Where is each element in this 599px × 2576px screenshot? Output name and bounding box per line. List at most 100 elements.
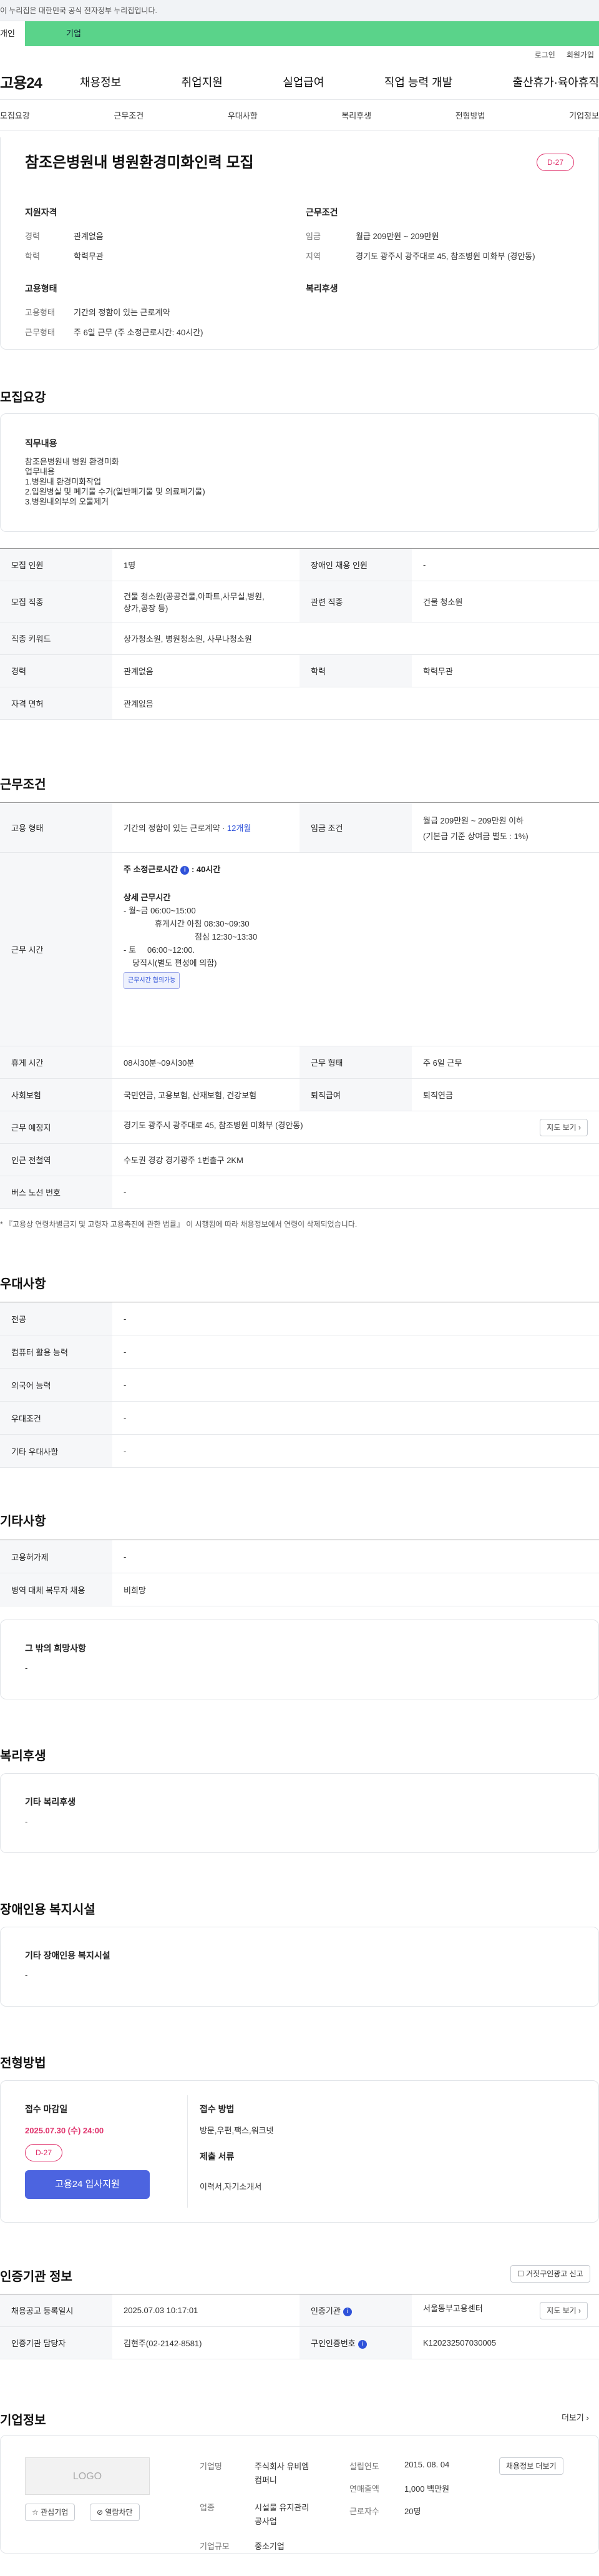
gnb-item[interactable]: 직업 능력 개발	[384, 74, 452, 90]
fav-button[interactable]: ☆ 관심기업	[25, 2504, 75, 2521]
wage-label: 임금	[306, 232, 321, 241]
section-recruit-title: 모집요강	[0, 391, 46, 405]
cell-label: 근무 시간	[0, 852, 112, 1046]
cell-value: -	[112, 1434, 599, 1468]
org-map-button[interactable]: 지도 보기 ›	[540, 2301, 588, 2319]
table-row: 직종 키워드 상가청소원, 병원청소원, 사무나청소원	[0, 622, 599, 655]
etc-table: 고용허가제 - 병역 대체 복무자 채용 비희망	[0, 1540, 599, 1606]
duty-heading: 직무내용	[25, 438, 57, 448]
cell-label: 인증기관 i	[300, 2294, 412, 2327]
table-row: 인증기관 담당자 김현주(02-2142-8581) 구인인증번호 i K1202…	[0, 2326, 599, 2359]
disabled-box-value: -	[25, 1970, 28, 1980]
gnb-item[interactable]: 실업급여	[283, 74, 324, 90]
gnb-item[interactable]: 채용정보	[80, 74, 121, 90]
table-row: 전공 -	[0, 1302, 599, 1335]
section-auth-title: 인증기관 정보	[0, 2270, 72, 2284]
cell-label: 구인인증번호 i	[300, 2326, 412, 2359]
tab-personal[interactable]: 개인	[0, 21, 25, 46]
cell-line: 상가,공장 등)	[124, 603, 168, 613]
section-company-title: 기업정보	[0, 2414, 46, 2427]
cell-value: 주 소정근로시간 i : 40시간 상세 근무시간 - 월~금 06:00~15:…	[112, 852, 599, 1046]
cell-label: 관련 직종	[300, 581, 412, 622]
apply-button[interactable]: 고용24 입사지원	[25, 2170, 150, 2199]
emp-value: 20명	[404, 2507, 421, 2516]
table-row: 근무 예정지 경기도 광주시 광주대로 45, 참조병원 미화부 (경안동) 지도…	[0, 1111, 599, 1144]
name-line: 주식회사 유비엠	[255, 2462, 309, 2471]
ind-value: 시설물 유지관리 공사업	[255, 2501, 309, 2529]
login-link[interactable]: 로그인	[535, 46, 555, 64]
cell-value: 2025.07.03 10:17:01	[112, 2294, 300, 2327]
site-logo[interactable]: 고용24	[0, 71, 80, 92]
cell-label: 버스 노선 번호	[0, 1176, 112, 1209]
subnav-item[interactable]: 기업정보	[569, 109, 599, 121]
subnav-item[interactable]: 근무조건	[114, 109, 144, 121]
fav-label: 관심기업	[41, 2508, 69, 2517]
size-value: 중소기업	[255, 2542, 285, 2551]
duty-line: 2.입원병실 및 폐기물 수거(일반폐기물 및 의료폐기물)	[25, 487, 205, 496]
subnav-item[interactable]: 전형방법	[455, 109, 485, 121]
cell-label: 병역 대체 복무자 채용	[0, 1573, 112, 1606]
subnav-item[interactable]: 모집요강	[0, 109, 30, 121]
welfare-box-value: -	[25, 1817, 28, 1826]
subnav-item[interactable]: 우대사항	[228, 109, 258, 121]
table-row: 외국어 능력 -	[0, 1368, 599, 1402]
main-nav: 고용24 채용정보 취업지원 실업급여 직업 능력 개발 출산휴가·육아휴직	[0, 64, 599, 100]
info-icon[interactable]: i	[358, 2339, 367, 2349]
detail-chip-wrap: 근무시간 협의가능	[124, 972, 588, 989]
year-value: 2015. 08. 04	[404, 2460, 450, 2469]
gnb-item[interactable]: 출산휴가·육아휴직	[513, 74, 599, 90]
tab-company[interactable]: 기업	[25, 21, 599, 46]
join-link[interactable]: 회원가입	[567, 46, 594, 64]
disabled-card	[0, 1927, 599, 2007]
block-icon: ⊘	[97, 2508, 104, 2517]
company-jobs-button[interactable]: 채용정보 더보기	[499, 2457, 563, 2475]
exp-value: 관계없음	[74, 232, 104, 241]
cell-label: 고용 형태	[0, 802, 112, 853]
cell-value: -	[112, 1368, 599, 1402]
section-disabled-title: 장애인용 복지시설	[0, 1903, 95, 1917]
cell-value: 08시30분~09시30분	[112, 1046, 300, 1079]
section-cond-title: 근무조건	[0, 778, 46, 792]
gov-banner-text: 이 누리집은 대한민국 공식 전자정부 누리집입니다.	[0, 6, 157, 15]
info-icon[interactable]: i	[343, 2307, 352, 2316]
block-button[interactable]: ⊘ 열람차단	[90, 2504, 140, 2521]
org-label: 인증기관	[311, 2306, 341, 2316]
docs-value: 이력서,자기소개서	[200, 2182, 262, 2191]
cell-value: -	[112, 1302, 599, 1335]
divider	[187, 2095, 188, 2208]
detail-line: 당직시(별도 편성에 의함)	[132, 958, 217, 968]
cell-value: K120232507030005	[412, 2326, 599, 2359]
subnav-item[interactable]: 복리후생	[341, 109, 371, 121]
emp-period: 12개월	[226, 823, 251, 833]
star-icon: ☆	[32, 2508, 39, 2517]
hours-line: 주 소정근로시간 i : 40시간	[124, 863, 588, 876]
cell-value: 서울동부고용센터 지도 보기 ›	[412, 2294, 599, 2327]
table-row: 사회보험 국민연금, 고용보험, 산재보험, 건강보험 퇴직급여 퇴직연금	[0, 1078, 599, 1111]
gnb-item[interactable]: 취업지원	[182, 74, 223, 90]
cell-label: 인증기관 담당자	[0, 2326, 112, 2359]
emptype-value: 기간의 정함이 있는 근로계약	[74, 308, 170, 317]
name-label: 기업명	[200, 2462, 222, 2471]
map-button[interactable]: 지도 보기 ›	[540, 1118, 588, 1136]
cell-value: 비희망	[112, 1573, 599, 1606]
duty-line: 1.병원내 환경미화작업	[25, 477, 102, 486]
emptype-label: 고용형태	[25, 308, 55, 317]
more-link[interactable]: 더보기 ›	[562, 2411, 589, 2423]
cell-value: 월급 209만원 ~ 209만원 이하 (기본급 기준 상여금 별도 : 1%)	[412, 802, 599, 853]
method-heading: 접수 방법	[200, 2104, 235, 2114]
workform-value: 주 6일 근무 (주 소정근로시간: 40시간)	[74, 328, 203, 337]
block-label: 열람차단	[105, 2508, 133, 2517]
deadline-value: 2025.07.30 (수) 24:00	[25, 2126, 104, 2135]
workform-label: 근무형태	[25, 328, 55, 337]
report-button[interactable]: ☐ 거짓구인광고 신고	[510, 2265, 590, 2283]
cell-value: 기간의 정함이 있는 근로계약 · 12개월	[112, 802, 300, 853]
table-row: 모집 인원 1명 장애인 채용 인원 -	[0, 548, 599, 581]
cell-label: 컴퓨터 활용 능력	[0, 1335, 112, 1369]
table-row: 자격 면허 관계없음	[0, 687, 599, 720]
sales-value: 1,000 백만원	[404, 2484, 450, 2494]
cell-label: 인근 전철역	[0, 1143, 112, 1176]
duty-content: 참조은병원내 병원 환경미화 업무내용 1.병원내 환경미화작업 2.입원병실 …	[25, 457, 205, 507]
cell-label: 직종 키워드	[0, 622, 112, 655]
info-icon[interactable]: i	[180, 865, 190, 875]
welfare-box-heading: 기타 복리후생	[25, 1797, 76, 1807]
